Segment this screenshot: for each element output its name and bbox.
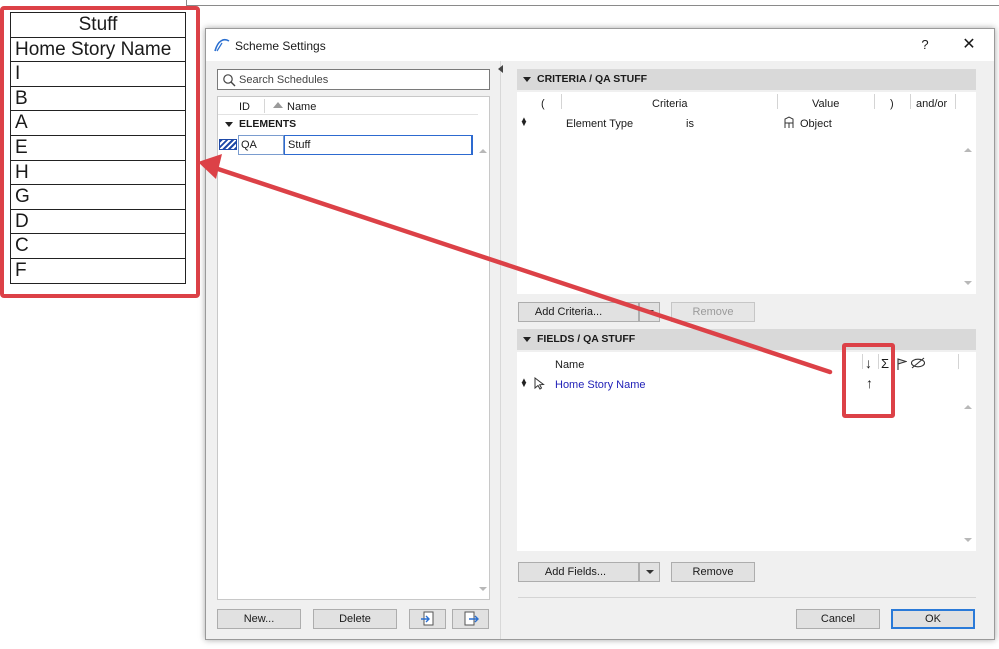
export-icon: [464, 611, 479, 626]
scroll-down-icon[interactable]: [964, 538, 972, 542]
new-button[interactable]: New...: [217, 609, 301, 629]
fields-list: Name ↓ Σ ▲ ▼ Home Story Name ↑: [517, 352, 976, 551]
column-name[interactable]: Name: [287, 101, 316, 113]
tree-item-qa[interactable]: QA Stuff: [218, 135, 474, 155]
column-open-paren: (: [541, 98, 545, 110]
chevron-down-icon: [645, 570, 654, 575]
background-line: [186, 5, 999, 6]
close-button[interactable]: ✕: [959, 35, 979, 55]
column-separator: [777, 94, 778, 109]
expand-icon[interactable]: [523, 77, 531, 82]
field-home-story-name[interactable]: Home Story Name: [555, 379, 645, 391]
object-icon: [784, 116, 794, 128]
remove-criteria-button[interactable]: Remove: [671, 302, 755, 322]
tree-group-elements[interactable]: ELEMENTS: [218, 116, 478, 133]
cancel-button[interactable]: Cancel: [796, 609, 880, 629]
column-separator: [958, 354, 959, 369]
item-id[interactable]: QA: [238, 135, 284, 155]
criteria-element-type[interactable]: Element Type: [566, 118, 633, 130]
column-close-paren: ): [890, 98, 894, 110]
expand-icon[interactable]: [523, 337, 531, 342]
delete-button[interactable]: Delete: [313, 609, 397, 629]
tree-header: ID Name: [218, 97, 478, 115]
remove-field-button[interactable]: Remove: [671, 562, 755, 582]
schedule-icon: [219, 139, 237, 150]
pane-divider[interactable]: [500, 61, 501, 639]
help-button[interactable]: ?: [915, 35, 935, 55]
schedule-tree: ID Name ELEMENTS QA Stuff: [217, 96, 490, 600]
column-id[interactable]: ID: [239, 101, 250, 113]
column-criteria: Criteria: [652, 98, 688, 110]
pointer-icon: [534, 377, 545, 390]
criteria-section-title: CRITERIA / QA STUFF: [537, 73, 648, 85]
flag-icon[interactable]: [896, 358, 907, 370]
window-title: Scheme Settings: [235, 39, 326, 53]
scroll-up-icon[interactable]: [479, 149, 487, 153]
column-name: Name: [555, 359, 585, 371]
ok-button[interactable]: OK: [891, 609, 975, 629]
reorder-handle-icon[interactable]: ▲ ▼: [520, 116, 528, 128]
item-name-input[interactable]: Stuff: [284, 135, 473, 155]
scheme-settings-dialog: Scheme Settings ? ✕ Search Schedules ID …: [205, 28, 995, 640]
column-value: Value: [812, 98, 840, 110]
export-button[interactable]: [452, 609, 489, 629]
chevron-down-icon: [645, 310, 654, 315]
sort-highlight-box: [842, 343, 895, 418]
reorder-handle-icon[interactable]: ▲ ▼: [520, 377, 528, 389]
sort-ascending-icon: [273, 102, 283, 108]
scroll-down-icon[interactable]: [964, 281, 972, 285]
add-criteria-dropdown[interactable]: [639, 302, 660, 322]
column-separator: [561, 94, 562, 109]
criteria-list: ( Criteria Value ) and/or ▲ ▼ Element Typ…: [517, 92, 976, 294]
fields-section-title: FIELDS / QA STUFF: [537, 333, 636, 345]
add-fields-button[interactable]: Add Fields...: [518, 562, 639, 582]
criteria-operator[interactable]: is: [686, 118, 694, 130]
column-and-or: and/or: [916, 98, 948, 110]
scroll-down-icon[interactable]: [479, 587, 487, 591]
search-placeholder: Search Schedules: [239, 74, 329, 86]
column-separator: [874, 94, 875, 109]
import-button[interactable]: [409, 609, 446, 629]
search-icon: [223, 74, 236, 87]
column-separator: [264, 99, 265, 113]
import-icon: [420, 611, 433, 626]
expand-icon[interactable]: [225, 122, 233, 127]
criteria-value[interactable]: Object: [800, 118, 832, 130]
hide-icon[interactable]: [910, 357, 926, 369]
footer-divider: [518, 597, 976, 598]
column-separator: [955, 94, 956, 109]
scroll-up-icon[interactable]: [964, 148, 972, 152]
table-highlight-box: [0, 6, 200, 298]
archicad-icon: [214, 38, 230, 52]
search-input[interactable]: Search Schedules: [217, 69, 490, 90]
add-fields-dropdown[interactable]: [639, 562, 660, 582]
title-bar: Scheme Settings ? ✕: [206, 29, 994, 61]
collapse-pane-icon[interactable]: [498, 65, 503, 73]
scroll-up-icon[interactable]: [964, 405, 972, 409]
group-label: ELEMENTS: [239, 118, 297, 130]
fields-section-header[interactable]: FIELDS / QA STUFF: [517, 329, 976, 350]
add-criteria-button[interactable]: Add Criteria...: [518, 302, 639, 322]
criteria-section-header[interactable]: CRITERIA / QA STUFF: [517, 69, 976, 90]
column-separator: [910, 94, 911, 109]
